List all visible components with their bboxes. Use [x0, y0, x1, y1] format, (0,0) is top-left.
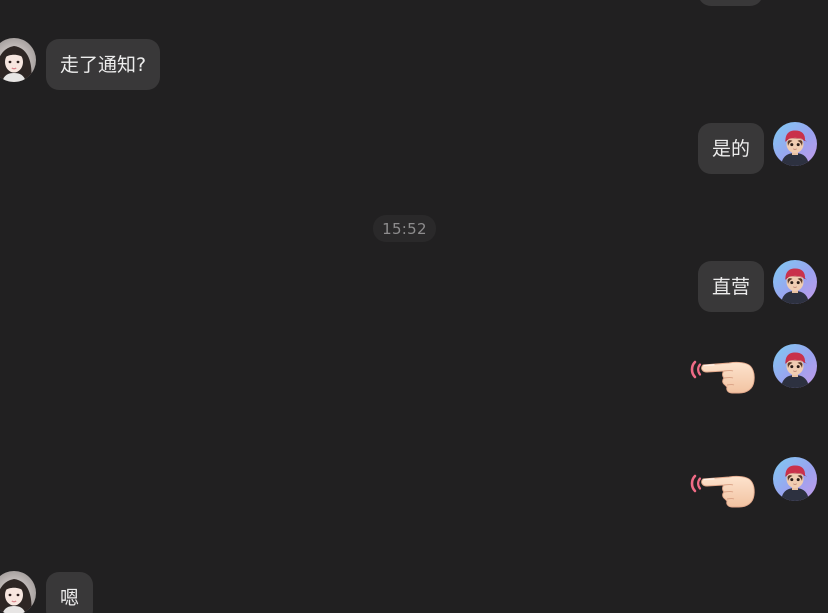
- message-bubble-incoming[interactable]: 嗯: [46, 572, 94, 613]
- message-text: 直营: [712, 275, 751, 298]
- pointing-hand-sticker[interactable]: [689, 352, 757, 402]
- message-bubble-incoming[interactable]: 走了通知?: [46, 39, 161, 90]
- cartoon-boy-avatar[interactable]: [773, 122, 817, 166]
- pointing-hand-sticker[interactable]: [689, 466, 757, 516]
- message-bubble-partial[interactable]: [698, 0, 763, 6]
- message-bubble-outgoing[interactable]: 是的: [698, 123, 765, 174]
- female-avatar[interactable]: [0, 38, 36, 82]
- cartoon-boy-avatar[interactable]: [773, 260, 817, 304]
- female-avatar[interactable]: [0, 571, 36, 613]
- message-text: 是的: [712, 137, 751, 160]
- chat-window: 走了通知? 是的 15:52 直营 嗯: [0, 0, 828, 613]
- pointing-hand-icon: [689, 466, 757, 516]
- message-text: 走了通知?: [60, 53, 147, 76]
- message-bubble-outgoing[interactable]: 直营: [698, 261, 765, 312]
- cartoon-boy-avatar[interactable]: [773, 344, 817, 388]
- pointing-hand-icon: [689, 352, 757, 402]
- message-timestamp: 15:52: [373, 215, 436, 242]
- cartoon-boy-avatar[interactable]: [773, 457, 817, 501]
- message-text: 嗯: [60, 586, 80, 609]
